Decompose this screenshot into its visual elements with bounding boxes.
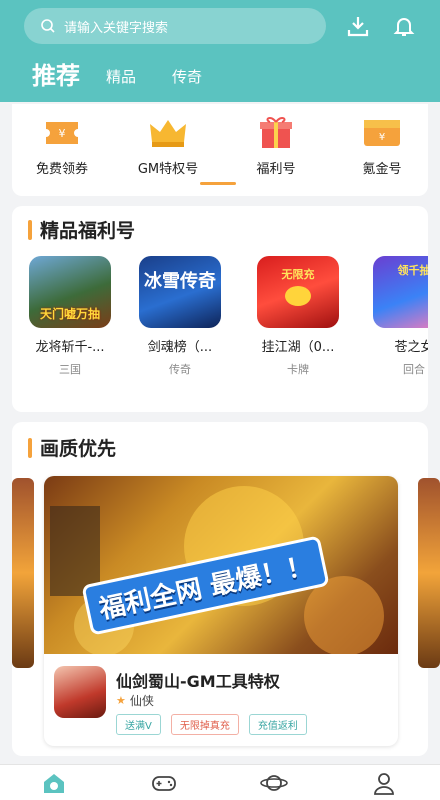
game-list: 天门嘘万抽 龙将斩千-... 三国 冰雪传奇 剑魂榜（... 传奇 无限充 挂江…: [12, 256, 428, 386]
category-free-coupon[interactable]: ¥ 免费领券: [12, 112, 112, 177]
game-name: 龙将斩千-...: [35, 340, 105, 355]
game-item[interactable]: 领千抽 苍之女 回合: [366, 256, 428, 377]
game-name: 苍之女: [394, 340, 428, 355]
section-title-text: 画质优先: [40, 438, 117, 460]
category-active-indicator: [200, 182, 236, 185]
welfare-section: 精品福利号 天门嘘万抽 龙将斩千-... 三国 冰雪传奇 剑魂榜（... 传奇 …: [12, 206, 428, 412]
category-gm-privilege[interactable]: GM特权号: [118, 112, 218, 177]
game-icon: [54, 666, 106, 718]
tag: 送满V: [116, 714, 161, 735]
tag: 充值返利: [248, 714, 307, 735]
tag-list: 送满V 无限掉真充 充值返利: [116, 714, 317, 735]
svg-text:¥: ¥: [59, 127, 66, 140]
top-header: 请输入关键字搜索 推荐 精品 传奇: [0, 0, 440, 102]
category-label: GM特权号: [137, 162, 199, 177]
game-item[interactable]: 天门嘘万抽 龙将斩千-... 三国: [22, 256, 118, 377]
bottom-nav: [0, 764, 440, 800]
game-thumbnail: 领千抽: [373, 256, 428, 328]
thumb-text: 冰雪传奇: [144, 271, 216, 292]
game-genre: 回合: [403, 363, 425, 376]
thumb-text: 领千抽: [397, 264, 429, 277]
featured-banner[interactable]: 福利全网 最爆！！ 仙剑蜀山-GM工具特权 ★ 仙侠 送满V 无限掉真充 充值返…: [44, 476, 398, 746]
tab-boutique[interactable]: 精品: [106, 66, 136, 91]
tag: 无限掉真充: [170, 714, 239, 735]
game-thumbnail: 天门嘘万抽: [29, 256, 111, 328]
game-genre-row: ★ 仙侠: [116, 692, 154, 709]
tab-recommend[interactable]: 推荐: [32, 56, 80, 91]
category-label: 免费领券: [35, 162, 88, 177]
next-banner-peek[interactable]: [418, 478, 440, 668]
game-thumbnail: 冰雪传奇: [139, 256, 221, 328]
crown-icon: [146, 112, 190, 152]
download-icon[interactable]: [346, 14, 370, 38]
game-name: 挂江湖（0...: [261, 340, 335, 355]
section-title: 精品福利号: [28, 216, 135, 243]
coin-icon: [285, 286, 311, 306]
game-item[interactable]: 冰雪传奇 剑魂榜（... 传奇: [132, 256, 228, 377]
section-title-text: 精品福利号: [40, 220, 136, 242]
star-icon: ★: [116, 694, 126, 707]
game-name: 剑魂榜（...: [147, 340, 213, 355]
search-icon: [41, 19, 55, 33]
game-thumbnail: 无限充: [257, 256, 339, 328]
user-icon[interactable]: [370, 771, 398, 795]
thumb-text: 无限充: [281, 268, 315, 281]
tab-legend[interactable]: 传奇: [172, 66, 202, 91]
bell-icon[interactable]: [392, 14, 416, 38]
ticket-icon: ¥: [40, 112, 84, 152]
category-label: 福利号: [256, 162, 296, 177]
section-title: 画质优先: [28, 434, 116, 461]
category-label: 氪金号: [362, 162, 402, 177]
svg-text:¥: ¥: [379, 132, 385, 143]
category-krypton[interactable]: ¥ 氪金号: [332, 112, 428, 177]
top-tabs: 推荐 精品 传奇: [32, 56, 238, 91]
game-genre: 卡牌: [287, 363, 309, 376]
game-genre: 仙侠: [129, 694, 154, 708]
search-bar[interactable]: 请输入关键字搜索: [24, 8, 326, 44]
title-bar: [28, 219, 32, 240]
gamepad-icon[interactable]: [150, 771, 178, 795]
game-genre: 三国: [59, 363, 81, 376]
game-genre: 传奇: [169, 363, 191, 376]
title-bar: [28, 437, 32, 458]
prev-banner-peek[interactable]: [12, 478, 34, 668]
game-title: 仙剑蜀山-GM工具特权: [116, 672, 280, 691]
thumb-text: 天门嘘万抽: [39, 307, 100, 321]
game-item[interactable]: 无限充 挂江湖（0... 卡牌: [250, 256, 346, 377]
planet-icon[interactable]: [260, 771, 288, 795]
search-placeholder: 请输入关键字搜索: [64, 20, 169, 36]
category-welfare[interactable]: 福利号: [226, 112, 326, 177]
gift-icon: [254, 112, 298, 152]
home-icon[interactable]: [40, 771, 68, 795]
gold-icon: ¥: [360, 112, 404, 152]
banner-artwork: 福利全网 最爆！！: [44, 476, 398, 656]
